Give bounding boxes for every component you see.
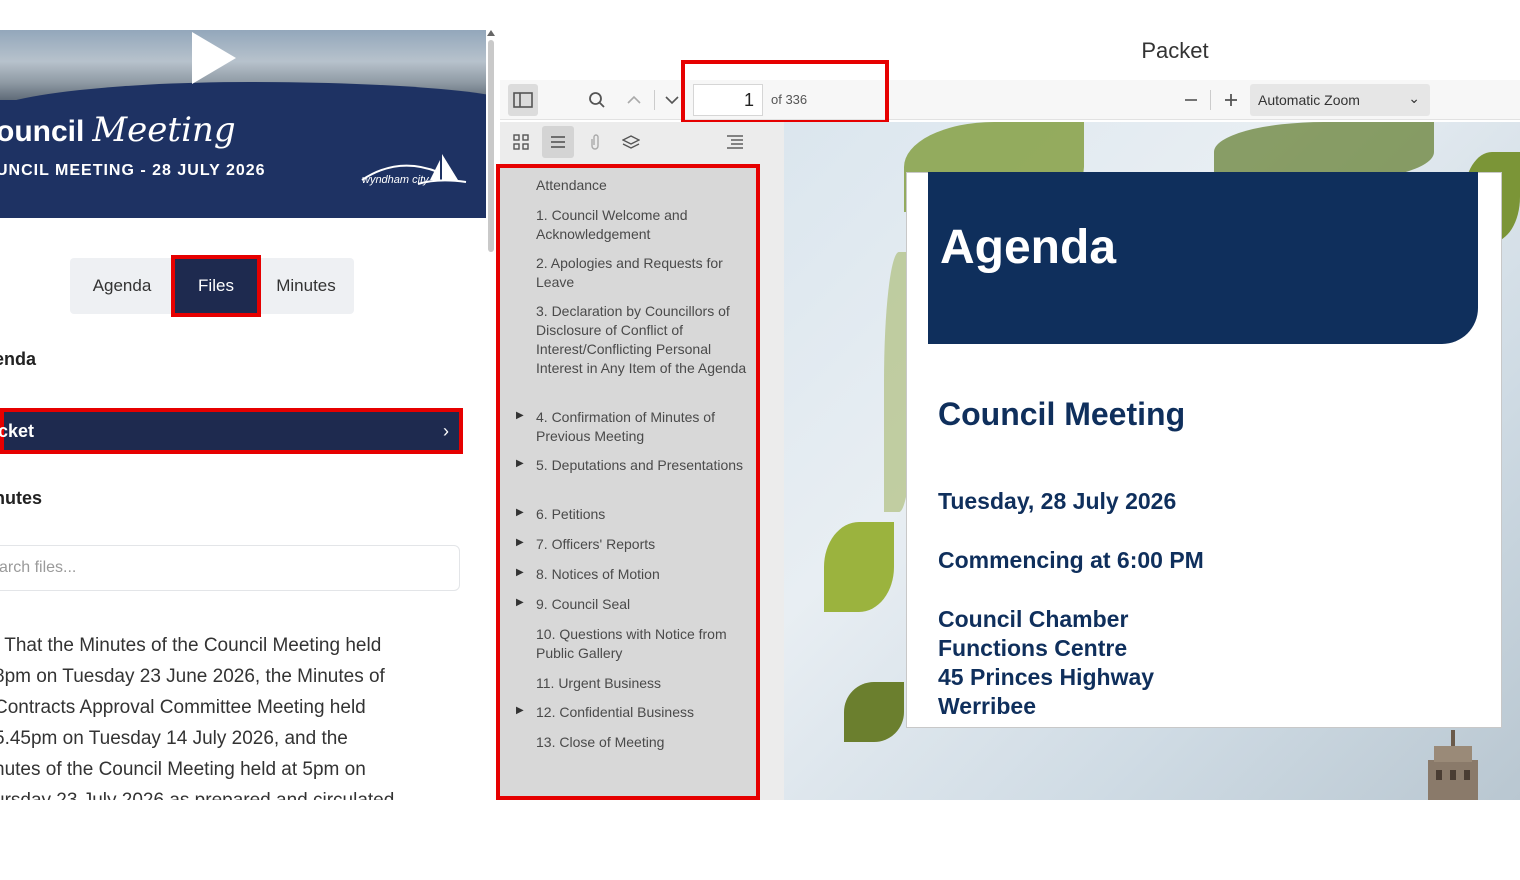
play-icon[interactable] (192, 32, 236, 84)
expand-arrow-icon[interactable]: ▶ (516, 410, 524, 421)
document-time: Commencing at 6:00 PM (938, 547, 1204, 573)
sidebar-resizer[interactable] (760, 122, 784, 800)
layers-icon[interactable] (620, 128, 642, 156)
expand-arrow-icon[interactable]: ▶ (516, 458, 524, 469)
leaf-decoration (844, 682, 904, 742)
minutes-resolution-text: . That the Minutes of the Council Meetin… (0, 630, 464, 800)
banner-subtitle: UNCIL MEETING - 28 JULY 2026 (0, 162, 266, 179)
search-icon[interactable] (584, 86, 610, 114)
document-venue: Council Chamber Functions Centre 45 Prin… (938, 605, 1154, 721)
page-count-label: of 336 (771, 92, 808, 107)
document-meeting-title: Council Meeting (938, 396, 1186, 432)
toolbar-divider (1210, 90, 1211, 110)
page-scrollbar[interactable] (488, 40, 494, 252)
minutes-line: Contracts Approval Committee Meeting hel… (0, 697, 366, 718)
expand-arrow-icon[interactable]: ▶ (516, 537, 524, 548)
outline-item[interactable]: 4. Confirmation of Minutes of Previous M… (536, 408, 754, 446)
outline-item[interactable]: 3. Declaration by Councillors of Disclos… (536, 302, 754, 378)
outline-item[interactable]: 13. Close of Meeting (536, 733, 754, 752)
document-date: Tuesday, 28 July 2026 (938, 488, 1177, 514)
outline-item[interactable]: 2. Apologies and Requests for Leave (536, 254, 754, 292)
outline-item[interactable]: 8. Notices of Motion (536, 565, 754, 584)
toolbar-divider (654, 90, 655, 110)
page-number-input[interactable] (693, 84, 763, 116)
banner-title: ouncil Meeting (0, 110, 236, 150)
attachments-icon[interactable] (584, 128, 606, 156)
expand-arrow-icon[interactable]: ▶ (516, 597, 524, 608)
document-heading: Agenda (940, 221, 1117, 274)
current-outline-item-icon[interactable] (722, 128, 748, 156)
outline-item[interactable]: 1. Council Welcome and Acknowledgement (536, 206, 754, 244)
clock-tower-icon (1428, 730, 1478, 800)
thumbnails-icon[interactable] (508, 128, 534, 156)
agenda-heading: enda (0, 349, 37, 369)
outline-item[interactable]: 5. Deputations and Presentations (536, 456, 754, 475)
zoom-out-icon[interactable] (1180, 86, 1202, 114)
minutes-line: 5.45pm on Tuesday 14 July 2026, and the (0, 728, 348, 749)
minutes-line: 8pm on Tuesday 23 June 2026, the Minutes… (0, 666, 385, 687)
zoom-select[interactable]: Automatic Zoom ⌄ (1250, 84, 1430, 116)
outline-item[interactable]: 11. Urgent Business (536, 674, 754, 693)
chevron-right-icon: › (443, 420, 449, 441)
packet-label: cket (0, 420, 35, 441)
outline-icon[interactable] (542, 126, 574, 158)
chevron-down-icon: ⌄ (1408, 90, 1420, 106)
minutes-line: . That the Minutes of the Council Meetin… (0, 635, 382, 656)
viewer-title: Packet (1141, 38, 1209, 63)
banner-title-script: Meeting (92, 110, 236, 150)
meeting-page: ouncil Meeting UNCIL MEETING - 28 JULY 20… (0, 0, 490, 800)
outline-item[interactable]: Attendance (536, 176, 754, 195)
document-outline: Attendance 1. Council Welcome and Acknow… (496, 164, 760, 800)
outline-item[interactable]: 7. Officers' Reports (536, 535, 754, 554)
venue-line: 45 Princes Highway (938, 664, 1155, 690)
view-tabs: Agenda Files Minutes (70, 255, 354, 317)
minutes-heading: nutes (0, 488, 43, 508)
leaf-decoration (824, 522, 894, 612)
bottom-margin (0, 800, 1520, 880)
scroll-up-icon[interactable] (487, 30, 495, 36)
packet-file-link[interactable]: cket › (0, 408, 463, 454)
tab-minutes[interactable]: Minutes (258, 258, 354, 314)
previous-page-icon[interactable] (622, 86, 646, 114)
outline-item[interactable]: 9. Council Seal (536, 595, 754, 614)
outline-item[interactable]: 6. Petitions (536, 505, 754, 524)
meeting-banner: ouncil Meeting UNCIL MEETING - 28 JULY 20… (0, 30, 486, 218)
search-files-input[interactable] (0, 545, 460, 591)
outline-item[interactable]: 10. Questions with Notice from Public Ga… (536, 625, 754, 663)
venue-line: Functions Centre (938, 635, 1128, 661)
expand-arrow-icon[interactable]: ▶ (516, 507, 524, 518)
zoom-in-icon[interactable] (1220, 86, 1242, 114)
minutes-line: ursday 23 July 2026 as prepared and circ… (0, 785, 464, 800)
logo-text: wyndham city (362, 174, 429, 186)
next-page-icon[interactable] (660, 86, 684, 114)
outline-item[interactable]: 12. Confidential Business (536, 703, 754, 722)
tab-files[interactable]: Files (171, 255, 261, 317)
expand-arrow-icon[interactable]: ▶ (516, 705, 524, 716)
tab-agenda[interactable]: Agenda (70, 258, 174, 314)
banner-title-bold: ouncil (0, 115, 85, 148)
expand-arrow-icon[interactable]: ▶ (516, 567, 524, 578)
minutes-line: nutes of the Council Meeting held at 5pm… (0, 759, 366, 780)
zoom-value: Automatic Zoom (1258, 92, 1360, 108)
venue-line: Council Chamber (938, 606, 1129, 632)
venue-line: Werribee (938, 693, 1037, 719)
sidebar-toggle-icon[interactable] (508, 84, 538, 116)
screenshot-root: ouncil Meeting UNCIL MEETING - 28 JULY 20… (0, 0, 1520, 880)
